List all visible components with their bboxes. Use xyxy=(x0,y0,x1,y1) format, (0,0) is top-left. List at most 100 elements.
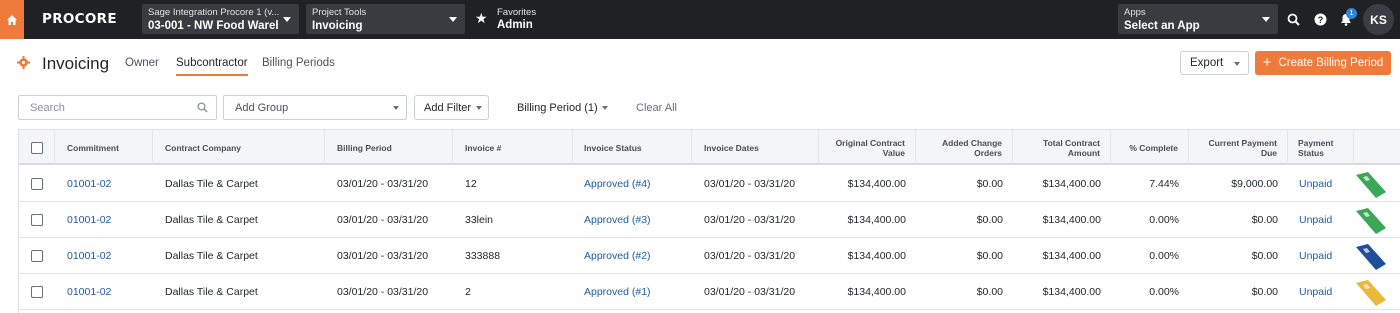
invoices-table: Commitment Contract Company Billing Peri… xyxy=(18,129,1400,313)
column-header-invoice-number[interactable]: Invoice # xyxy=(453,130,573,165)
plus-icon: + xyxy=(1262,54,1272,71)
invoice-dates-cell: 03/01/20 - 03/31/20 xyxy=(704,214,796,226)
column-header-invoice-status[interactable]: Invoice Status xyxy=(573,130,692,165)
invoice-number-column-cell: 33lein xyxy=(465,202,573,238)
chevron-down-icon xyxy=(449,17,457,22)
contract-company-cell: Dallas Tile & Carpet xyxy=(165,250,258,262)
procore-logo[interactable]: PROCORE xyxy=(42,11,117,27)
avatar[interactable]: KS xyxy=(1363,4,1394,35)
current-payment-due-cell: $9,000.00 xyxy=(1231,178,1278,190)
column-header-original-contract-value[interactable]: Original Contract Value xyxy=(819,130,916,165)
payment-status-column-cell: Unpaid xyxy=(1299,166,1354,202)
invoice-number-column-cell: 2 xyxy=(465,274,573,310)
invoice-status-link[interactable]: Approved (#3) xyxy=(584,214,651,226)
invoice-number-cell: 12 xyxy=(465,178,477,190)
sync-status-flag-icon xyxy=(1354,244,1388,270)
payment-status-link[interactable]: Unpaid xyxy=(1299,214,1332,226)
project-tools-selector[interactable]: Project Tools Invoicing xyxy=(306,4,465,34)
invoice-dates-column-cell: 03/01/20 - 03/31/20 xyxy=(704,238,819,274)
column-header-billing-period[interactable]: Billing Period xyxy=(325,130,453,165)
percent-complete-cell: 0.00% xyxy=(1149,214,1179,226)
invoice-number-column-cell: 333888 xyxy=(465,238,573,274)
original-contract-value-column-cell: $134,400.00 xyxy=(819,238,906,274)
search-input[interactable]: Search xyxy=(18,95,217,120)
add-group-select[interactable]: Add Group xyxy=(223,95,407,120)
tab-subcontractor[interactable]: Subcontractor xyxy=(176,57,248,76)
total-contract-amount-column-cell: $134,400.00 xyxy=(1013,238,1101,274)
clear-all-button[interactable]: Clear All xyxy=(636,102,677,114)
current-payment-due-column-cell: $9,000.00 xyxy=(1189,166,1278,202)
commitment-link[interactable]: 01001-02 xyxy=(67,178,111,190)
percent-complete-cell: 0.00% xyxy=(1149,250,1179,262)
filter-bar: Search Add Group Add Filter Billing Peri… xyxy=(0,95,1400,121)
commitment-link[interactable]: 01001-02 xyxy=(67,250,111,262)
added-change-orders-cell: $0.00 xyxy=(976,178,1003,190)
billing-period-column-cell: 03/01/20 - 03/31/20 xyxy=(337,274,453,310)
payment-status-link[interactable]: Unpaid xyxy=(1299,286,1332,298)
total-contract-amount-cell: $134,400.00 xyxy=(1042,286,1101,298)
invoice-number-column-cell: 12 xyxy=(465,166,573,202)
invoice-status-link[interactable]: Approved (#2) xyxy=(584,250,651,262)
payment-status-column-cell: Unpaid xyxy=(1299,202,1354,238)
added-change-orders-column-cell: $0.00 xyxy=(916,274,1003,310)
column-header-commitment[interactable]: Commitment xyxy=(55,130,153,165)
export-button[interactable]: Export xyxy=(1180,51,1249,75)
total-contract-amount-column-cell: $134,400.00 xyxy=(1013,166,1101,202)
invoice-dates-cell: 03/01/20 - 03/31/20 xyxy=(704,178,796,190)
create-billing-period-button[interactable]: + Create Billing Period xyxy=(1255,51,1391,75)
column-header-contract-company[interactable]: Contract Company xyxy=(153,130,325,165)
column-header-total-contract-amount[interactable]: Total Contract Amount xyxy=(1013,130,1111,165)
help-icon[interactable]: ? xyxy=(1312,11,1328,27)
invoice-status-link[interactable]: Approved (#1) xyxy=(584,286,651,298)
original-contract-value-cell: $134,400.00 xyxy=(847,214,906,226)
percent-complete-column-cell: 7.44% xyxy=(1111,166,1179,202)
gear-icon[interactable] xyxy=(17,56,30,74)
commitment-link[interactable]: 01001-02 xyxy=(67,286,111,298)
row-checkbox[interactable] xyxy=(31,286,43,298)
project-selector[interactable]: Sage Integration Procore 1 (v... 03-001 … xyxy=(142,4,299,34)
select-all-cell xyxy=(19,130,55,165)
row-checkbox[interactable] xyxy=(31,250,43,262)
top-navigation-bar: PROCORE Sage Integration Procore 1 (v...… xyxy=(0,0,1400,39)
column-header-invoice-dates[interactable]: Invoice Dates xyxy=(692,130,819,165)
add-filter-button[interactable]: Add Filter xyxy=(414,95,489,120)
home-button[interactable] xyxy=(0,0,24,39)
total-contract-amount-column-cell: $134,400.00 xyxy=(1013,202,1101,238)
add-filter-label: Add Filter xyxy=(424,101,472,114)
tab-billing-periods[interactable]: Billing Periods xyxy=(262,57,335,69)
column-header-added-change-orders[interactable]: Added Change Orders xyxy=(916,130,1013,165)
tab-owner[interactable]: Owner xyxy=(125,57,159,69)
original-contract-value-cell: $134,400.00 xyxy=(847,250,906,262)
search-icon[interactable] xyxy=(1285,11,1301,27)
payment-status-link[interactable]: Unpaid xyxy=(1299,250,1332,262)
billing-period-filter[interactable]: Billing Period (1) xyxy=(517,102,598,114)
payment-status-link[interactable]: Unpaid xyxy=(1299,178,1332,190)
row-checkbox[interactable] xyxy=(31,214,43,226)
current-payment-due-column-cell: $0.00 xyxy=(1189,274,1278,310)
column-header-current-payment-due[interactable]: Current Payment Due xyxy=(1189,130,1288,165)
apps-label: Apps xyxy=(1124,7,1146,18)
chevron-down-icon xyxy=(476,106,482,110)
project-company-label: Sage Integration Procore 1 (v... xyxy=(148,7,280,18)
favorites-value: Admin xyxy=(497,19,533,31)
row-checkbox[interactable] xyxy=(31,178,43,190)
invoice-dates-column-cell: 03/01/20 - 03/31/20 xyxy=(704,166,819,202)
apps-selector[interactable]: Apps Select an App xyxy=(1118,4,1278,34)
select-all-checkbox[interactable] xyxy=(30,141,43,154)
column-header-percent-complete[interactable]: % Complete xyxy=(1111,130,1189,165)
total-contract-amount-cell: $134,400.00 xyxy=(1042,250,1101,262)
table-row: 01001-02 Dallas Tile & Carpet 03/01/20 - 0… xyxy=(19,274,1400,310)
column-header-payment-status[interactable]: Payment Status xyxy=(1288,130,1354,165)
commitment-column-cell: 01001-02 xyxy=(67,274,157,310)
create-billing-period-label: Create Billing Period xyxy=(1278,57,1384,69)
invoice-status-column-cell: Approved (#2) xyxy=(584,238,692,274)
sync-status-flag-icon xyxy=(1354,208,1388,234)
contract-company-column-cell: Dallas Tile & Carpet xyxy=(165,202,325,238)
search-placeholder: Search xyxy=(30,102,65,114)
commitment-link[interactable]: 01001-02 xyxy=(67,214,111,226)
search-icon xyxy=(197,102,208,116)
home-icon xyxy=(7,14,17,25)
current-payment-due-column-cell: $0.00 xyxy=(1189,202,1278,238)
invoice-status-link[interactable]: Approved (#4) xyxy=(584,178,651,190)
chevron-down-icon[interactable] xyxy=(602,106,608,110)
